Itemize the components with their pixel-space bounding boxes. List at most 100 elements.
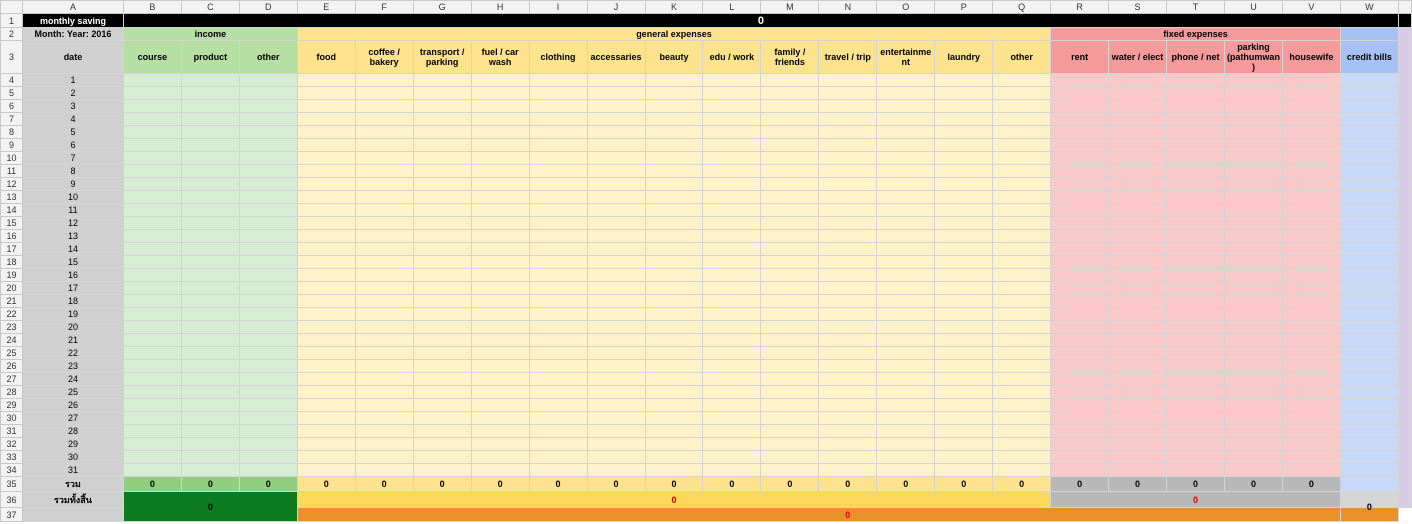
credit-bill-cell[interactable] — [1339, 138, 1399, 152]
general-expense-cell[interactable] — [528, 411, 588, 425]
general-expense-cell[interactable] — [992, 359, 1052, 373]
income-cell[interactable] — [122, 346, 182, 360]
general-expense-cell[interactable] — [760, 424, 820, 438]
income-cell[interactable] — [122, 125, 182, 139]
fixed-expense-cell[interactable] — [1166, 138, 1225, 152]
general-expense-cell[interactable] — [644, 255, 704, 269]
date-cell[interactable]: 15 — [21, 255, 124, 269]
general-expense-cell[interactable] — [760, 372, 820, 386]
income-cell[interactable] — [122, 437, 182, 451]
income-cell[interactable] — [238, 450, 298, 464]
column-header-f[interactable]: F — [354, 0, 414, 14]
income-sum-cell[interactable]: 0 — [122, 476, 182, 492]
general-expense-cell[interactable] — [586, 86, 646, 100]
fixed-sum-cell[interactable]: 0 — [1108, 476, 1168, 492]
fixed-expense-cell[interactable] — [1050, 190, 1110, 204]
date-cell[interactable]: 30 — [21, 450, 124, 464]
general-expense-cell[interactable] — [354, 73, 414, 87]
fixed-expense-cell[interactable] — [1108, 359, 1168, 373]
fixed-expense-cell[interactable] — [1281, 411, 1341, 425]
credit-bill-cell[interactable] — [1339, 346, 1399, 360]
general-expense-cell[interactable] — [992, 372, 1052, 386]
general-expense-cell[interactable] — [354, 307, 414, 321]
general-expense-cell[interactable] — [818, 216, 878, 230]
general-expense-cell[interactable] — [528, 385, 588, 399]
fixed-expense-cell[interactable] — [1166, 320, 1225, 334]
income-cell[interactable] — [238, 359, 298, 373]
general-expense-cell[interactable] — [528, 151, 588, 165]
general-expense-cell[interactable] — [760, 320, 820, 334]
row-number[interactable]: 19 — [0, 268, 23, 282]
income-cell[interactable] — [238, 281, 298, 295]
general-expense-cell[interactable] — [354, 346, 414, 360]
general-expense-cell[interactable] — [354, 359, 414, 373]
general-expense-cell[interactable] — [586, 138, 646, 152]
fixed-expense-cell[interactable] — [1108, 164, 1168, 178]
general-expense-cell[interactable] — [876, 190, 936, 204]
general-expense-cell[interactable] — [702, 190, 762, 204]
general-expense-cell[interactable] — [412, 411, 472, 425]
general-expense-cell[interactable] — [876, 242, 936, 256]
general-expense-cell[interactable] — [354, 164, 414, 178]
fixed-sum-cell[interactable]: 0 — [1223, 476, 1283, 492]
fixed-expense-cell[interactable] — [1166, 190, 1225, 204]
income-cell[interactable] — [238, 151, 298, 165]
date-cell[interactable]: 9 — [21, 177, 124, 191]
general-expense-cell[interactable] — [644, 164, 704, 178]
fixed-expense-cell[interactable] — [1108, 398, 1168, 412]
general-expense-cell[interactable] — [934, 138, 994, 152]
row-number[interactable]: 16 — [0, 229, 23, 243]
general-expense-cell[interactable] — [760, 398, 820, 412]
general-expense-cell[interactable] — [528, 99, 588, 113]
fixed-expense-cell[interactable] — [1223, 99, 1283, 113]
fixed-expense-cell[interactable] — [1223, 216, 1283, 230]
general-expense-cell[interactable] — [644, 99, 704, 113]
income-cell[interactable] — [122, 151, 182, 165]
general-expense-cell[interactable] — [760, 73, 820, 87]
income-cell[interactable] — [180, 346, 240, 360]
general-expense-cell[interactable] — [818, 268, 878, 282]
fixed-expense-cell[interactable] — [1281, 151, 1341, 165]
general-expense-cell[interactable] — [818, 346, 878, 360]
cell[interactable] — [1397, 411, 1412, 425]
general-expense-cell[interactable] — [644, 73, 704, 87]
cell[interactable] — [1397, 372, 1412, 386]
general-expense-cell[interactable] — [992, 99, 1052, 113]
fixed-expense-cell[interactable] — [1281, 398, 1341, 412]
date-cell[interactable]: 7 — [21, 151, 124, 165]
general-expense-cell[interactable] — [818, 385, 878, 399]
income-total-cell[interactable]: 0 — [122, 491, 298, 522]
general-expense-cell[interactable] — [470, 112, 530, 126]
general-expense-cell[interactable] — [644, 216, 704, 230]
general-expense-cell[interactable] — [992, 216, 1052, 230]
fixed-column-header[interactable]: water / elect — [1108, 40, 1168, 74]
income-cell[interactable] — [122, 86, 182, 100]
general-expense-cell[interactable] — [818, 281, 878, 295]
row-number[interactable]: 29 — [0, 398, 23, 412]
credit-bill-cell[interactable] — [1339, 294, 1399, 308]
general-expense-cell[interactable] — [586, 307, 646, 321]
general-expense-cell[interactable] — [470, 346, 530, 360]
general-column-header[interactable]: entertainme nt — [876, 40, 936, 74]
general-expense-cell[interactable] — [992, 242, 1052, 256]
general-expense-cell[interactable] — [412, 151, 472, 165]
general-expense-cell[interactable] — [644, 177, 704, 191]
cell[interactable] — [1397, 151, 1412, 165]
general-expense-cell[interactable] — [528, 125, 588, 139]
general-expense-cell[interactable] — [818, 203, 878, 217]
general-expense-cell[interactable] — [470, 385, 530, 399]
fixed-expense-cell[interactable] — [1223, 164, 1283, 178]
column-header-l[interactable]: L — [702, 0, 762, 14]
fixed-expense-cell[interactable] — [1166, 411, 1225, 425]
general-expense-cell[interactable] — [760, 125, 820, 139]
general-expense-cell[interactable] — [412, 437, 472, 451]
general-expense-cell[interactable] — [702, 86, 762, 100]
income-cell[interactable] — [122, 424, 182, 438]
income-cell[interactable] — [238, 307, 298, 321]
general-sum-cell[interactable]: 0 — [586, 476, 646, 492]
row-number[interactable]: 30 — [0, 411, 23, 425]
general-expense-cell[interactable] — [296, 463, 356, 477]
credit-bill-cell[interactable] — [1339, 411, 1399, 425]
income-column-header[interactable]: course — [122, 40, 182, 74]
row-number[interactable]: 20 — [0, 281, 23, 295]
